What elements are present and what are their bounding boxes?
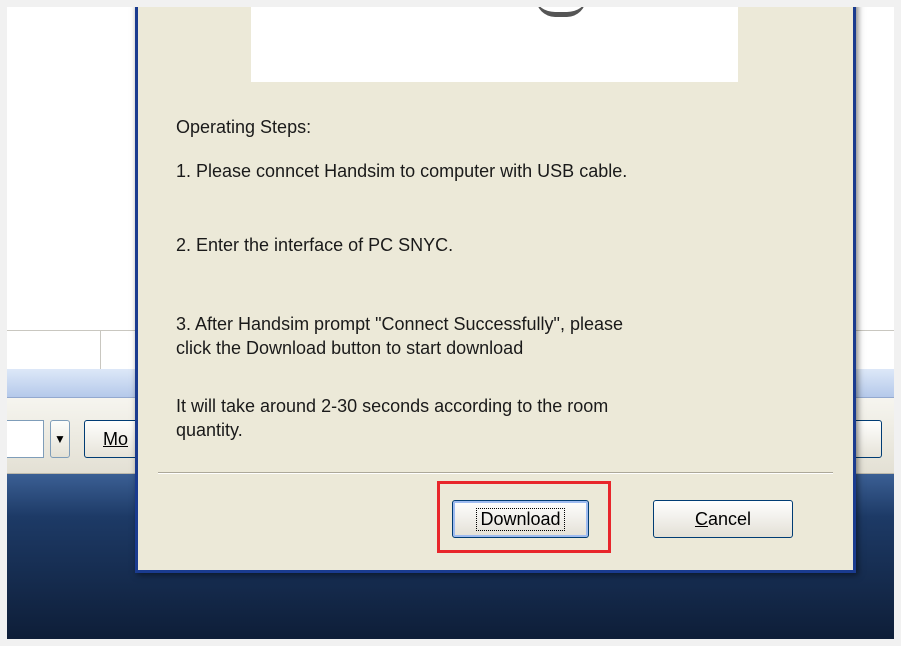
background-combo[interactable]: ▼ <box>6 420 70 460</box>
combo-input[interactable] <box>6 420 44 458</box>
usb-cable-icon <box>536 0 586 17</box>
download-dialog: Operating Steps: 1. Please conncet Hands… <box>135 0 856 573</box>
operating-steps-title: Operating Steps: <box>176 117 312 137</box>
chevron-down-icon[interactable]: ▼ <box>50 420 70 458</box>
duration-note-line1: It will take around 2-30 seconds accordi… <box>176 396 609 416</box>
duration-note-line2: quantity. <box>176 420 243 440</box>
dialog-separator <box>158 472 833 474</box>
cancel-button[interactable]: Cancel <box>653 500 793 538</box>
download-button[interactable]: Download <box>452 500 589 538</box>
cancel-button-label: Cancel <box>694 508 752 529</box>
step-3-text-line1: 3. After Handsim prompt "Connect Success… <box>176 314 623 334</box>
download-button-label: Download <box>476 507 565 531</box>
step-2-text: 2. Enter the interface of PC SNYC. <box>176 235 454 255</box>
step-1-text: 1. Please conncet Handsim to computer wi… <box>176 161 628 181</box>
step-3-text-line2: click the Download button to start downl… <box>176 338 524 358</box>
device-illustration <box>251 0 738 82</box>
